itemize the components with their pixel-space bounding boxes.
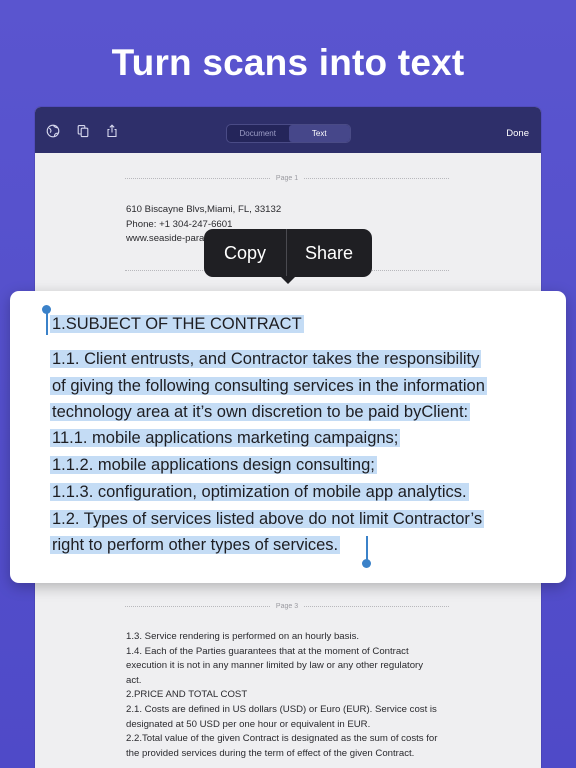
page-label: Page 1 <box>275 174 299 182</box>
selected-heading: 1.SUBJECT OF THE CONTRACT <box>50 315 304 333</box>
selected-text-card: 1.SUBJECT OF THE CONTRACT 1.1. Client en… <box>10 291 566 583</box>
done-button[interactable]: Done <box>506 128 529 139</box>
selection-end-handle[interactable] <box>362 559 371 568</box>
text-line: designated at 50 USD per one hour or equ… <box>126 718 371 730</box>
page-3-text: 1.3. Service rendering is performed on a… <box>126 630 456 761</box>
view-mode-segmented-control: Document Text <box>226 124 351 143</box>
selected-line: of giving the following consulting servi… <box>50 377 487 395</box>
page-label: Page 3 <box>275 602 299 610</box>
text-line: the provided services during the term of… <box>126 747 415 759</box>
page-separator: Page 1 <box>125 173 449 183</box>
share-button[interactable]: Share <box>287 243 371 264</box>
text-line: 2.PRICE AND TOTAL COST <box>126 689 248 701</box>
text-line: 2.2.Total value of the given Contract is… <box>126 733 438 745</box>
text-line: act. <box>126 674 142 686</box>
tab-document[interactable]: Document <box>227 125 289 142</box>
text-line: 610 Biscayne Blvs,Miami, FL, 33132 <box>126 204 282 215</box>
toolbar: Document Text Done <box>35 107 541 153</box>
selection-end-caret <box>366 536 368 561</box>
context-menu: Copy Share <box>204 229 372 284</box>
copy-icon[interactable] <box>76 124 90 138</box>
selected-line: right to perform other types of services… <box>50 536 341 554</box>
headline: Turn scans into text <box>111 42 465 83</box>
selected-line: 1.1.2. mobile applications design consul… <box>50 456 377 474</box>
selected-line: technology area at it’s own discretion t… <box>50 403 471 421</box>
selection-start-caret <box>46 311 48 335</box>
text-line: execution it is not in any manner limite… <box>126 660 424 672</box>
selected-line: 1.1.3. configuration, optimization of mo… <box>50 483 469 501</box>
globe-icon[interactable] <box>46 124 60 138</box>
tab-text[interactable]: Text <box>288 125 350 142</box>
selected-line: 11.1. mobile applications marketing camp… <box>50 429 401 447</box>
text-line: 2.1. Costs are defined in US dollars (US… <box>126 703 437 715</box>
selected-line: 1.1. Client entrusts, and Contractor tak… <box>50 350 482 368</box>
page-separator: Page 3 <box>125 601 449 611</box>
selected-line: 1.2. Types of services listed above do n… <box>50 510 485 528</box>
share-icon[interactable] <box>105 124 119 138</box>
copy-button[interactable]: Copy <box>204 243 286 264</box>
text-line: 1.4. Each of the Parties guarantees that… <box>126 645 409 657</box>
text-line: 1.3. Service rendering is performed on a… <box>126 631 360 642</box>
